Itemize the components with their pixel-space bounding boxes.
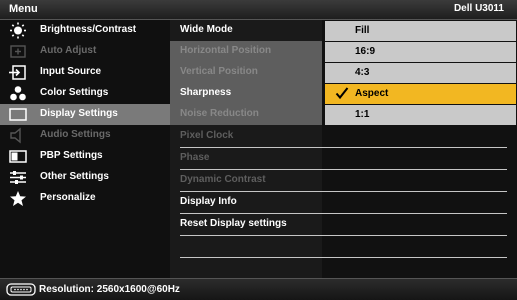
submenu-item-wide-mode[interactable]: Wide Mode [170, 20, 322, 41]
other-settings-icon [10, 171, 26, 184]
menu-item-label: Input Source [40, 66, 102, 77]
submenu-item-noise-reduction[interactable]: Noise Reduction [170, 104, 322, 125]
menu-item-label: Display Settings [40, 108, 118, 119]
brightness-icon [10, 22, 26, 39]
wide-mode-option-16-9[interactable]: 16:9 [325, 42, 516, 62]
submenu-item-phase[interactable]: Phase [170, 148, 322, 169]
menu-item-label: Auto Adjust [40, 45, 97, 56]
option-label: Fill [355, 25, 370, 36]
osd-header: Menu Dell U3011 [0, 0, 517, 20]
pbp-icon [9, 150, 27, 163]
display-settings-icon [9, 108, 27, 121]
menu-item-brightness-contrast[interactable]: Brightness/Contrast [0, 20, 170, 41]
wide-mode-option-aspect[interactable]: Aspect [325, 84, 516, 104]
color-settings-icon [10, 86, 26, 101]
row-divider [180, 213, 507, 214]
monitor-model: Dell U3011 [453, 3, 504, 14]
submenu-item-label: Phase [180, 152, 210, 163]
row-divider [180, 147, 507, 148]
wide-mode-option-fill[interactable]: Fill [325, 21, 516, 41]
menu-item-input-source[interactable]: Input Source [0, 62, 170, 83]
menu-item-personalize[interactable]: Personalize [0, 188, 170, 209]
menu-item-auto-adjust[interactable]: Auto Adjust [0, 41, 170, 62]
wide-mode-option-4-3[interactable]: 4:3 [325, 63, 516, 83]
submenu-item-vertical-position[interactable]: Vertical Position [170, 62, 322, 83]
menu-item-label: Audio Settings [40, 129, 111, 140]
monitor-osd-menu: Menu Dell U3011 Brightness/Contrast Auto… [0, 0, 517, 300]
wide-mode-option-1-1[interactable]: 1:1 [325, 105, 516, 125]
checkmark-icon [335, 87, 349, 100]
submenu-item-dynamic-contrast[interactable]: Dynamic Contrast [170, 170, 322, 191]
submenu-item-label: Horizontal Position [180, 45, 272, 56]
submenu-item-label: Wide Mode [180, 24, 233, 35]
submenu-item-label: Vertical Position [180, 66, 258, 77]
monitor-connector-icon [6, 283, 36, 296]
menu-item-other-settings[interactable]: Other Settings [0, 167, 170, 188]
menu-item-label: PBP Settings [40, 150, 103, 161]
option-label: Aspect [355, 88, 389, 99]
submenu-item-label: Noise Reduction [180, 108, 259, 119]
submenu-item-label: Reset Display settings [180, 218, 287, 229]
menu-item-color-settings[interactable]: Color Settings [0, 83, 170, 104]
audio-icon [10, 127, 21, 144]
submenu-item-label: Pixel Clock [180, 130, 234, 141]
row-divider [180, 235, 507, 236]
osd-footer: Resolution: 2560x1600@60Hz [0, 278, 517, 300]
menu-item-audio-settings[interactable]: Audio Settings [0, 125, 170, 146]
auto-adjust-icon [10, 45, 26, 58]
star-icon [10, 191, 26, 206]
submenu-item-label: Dynamic Contrast [180, 174, 266, 185]
row-divider [180, 169, 507, 170]
submenu-item-sharpness[interactable]: Sharpness [170, 83, 322, 104]
resolution-info: Resolution: 2560x1600@60Hz [39, 284, 180, 295]
menu-item-label: Personalize [40, 192, 96, 203]
submenu-item-label: Display Info [180, 196, 237, 207]
menu-item-display-settings[interactable]: Display Settings [0, 104, 170, 125]
option-label: 1:1 [355, 109, 370, 120]
menu-item-pbp-settings[interactable]: PBP Settings [0, 146, 170, 167]
submenu-item-reset-display-settings[interactable]: Reset Display settings [170, 214, 322, 235]
input-source-icon [9, 65, 26, 80]
submenu-item-display-info[interactable]: Display Info [170, 192, 322, 213]
submenu-item-horizontal-position[interactable]: Horizontal Position [170, 41, 322, 62]
option-label: 4:3 [355, 67, 370, 78]
menu-item-label: Other Settings [40, 171, 109, 182]
option-label: 16:9 [355, 46, 376, 57]
menu-title: Menu [9, 3, 38, 15]
menu-item-label: Color Settings [40, 87, 109, 98]
row-divider [180, 257, 507, 258]
menu-item-label: Brightness/Contrast [40, 24, 137, 35]
submenu-item-pixel-clock[interactable]: Pixel Clock [170, 126, 322, 147]
row-divider [180, 191, 507, 192]
submenu-item-label: Sharpness [180, 87, 232, 98]
